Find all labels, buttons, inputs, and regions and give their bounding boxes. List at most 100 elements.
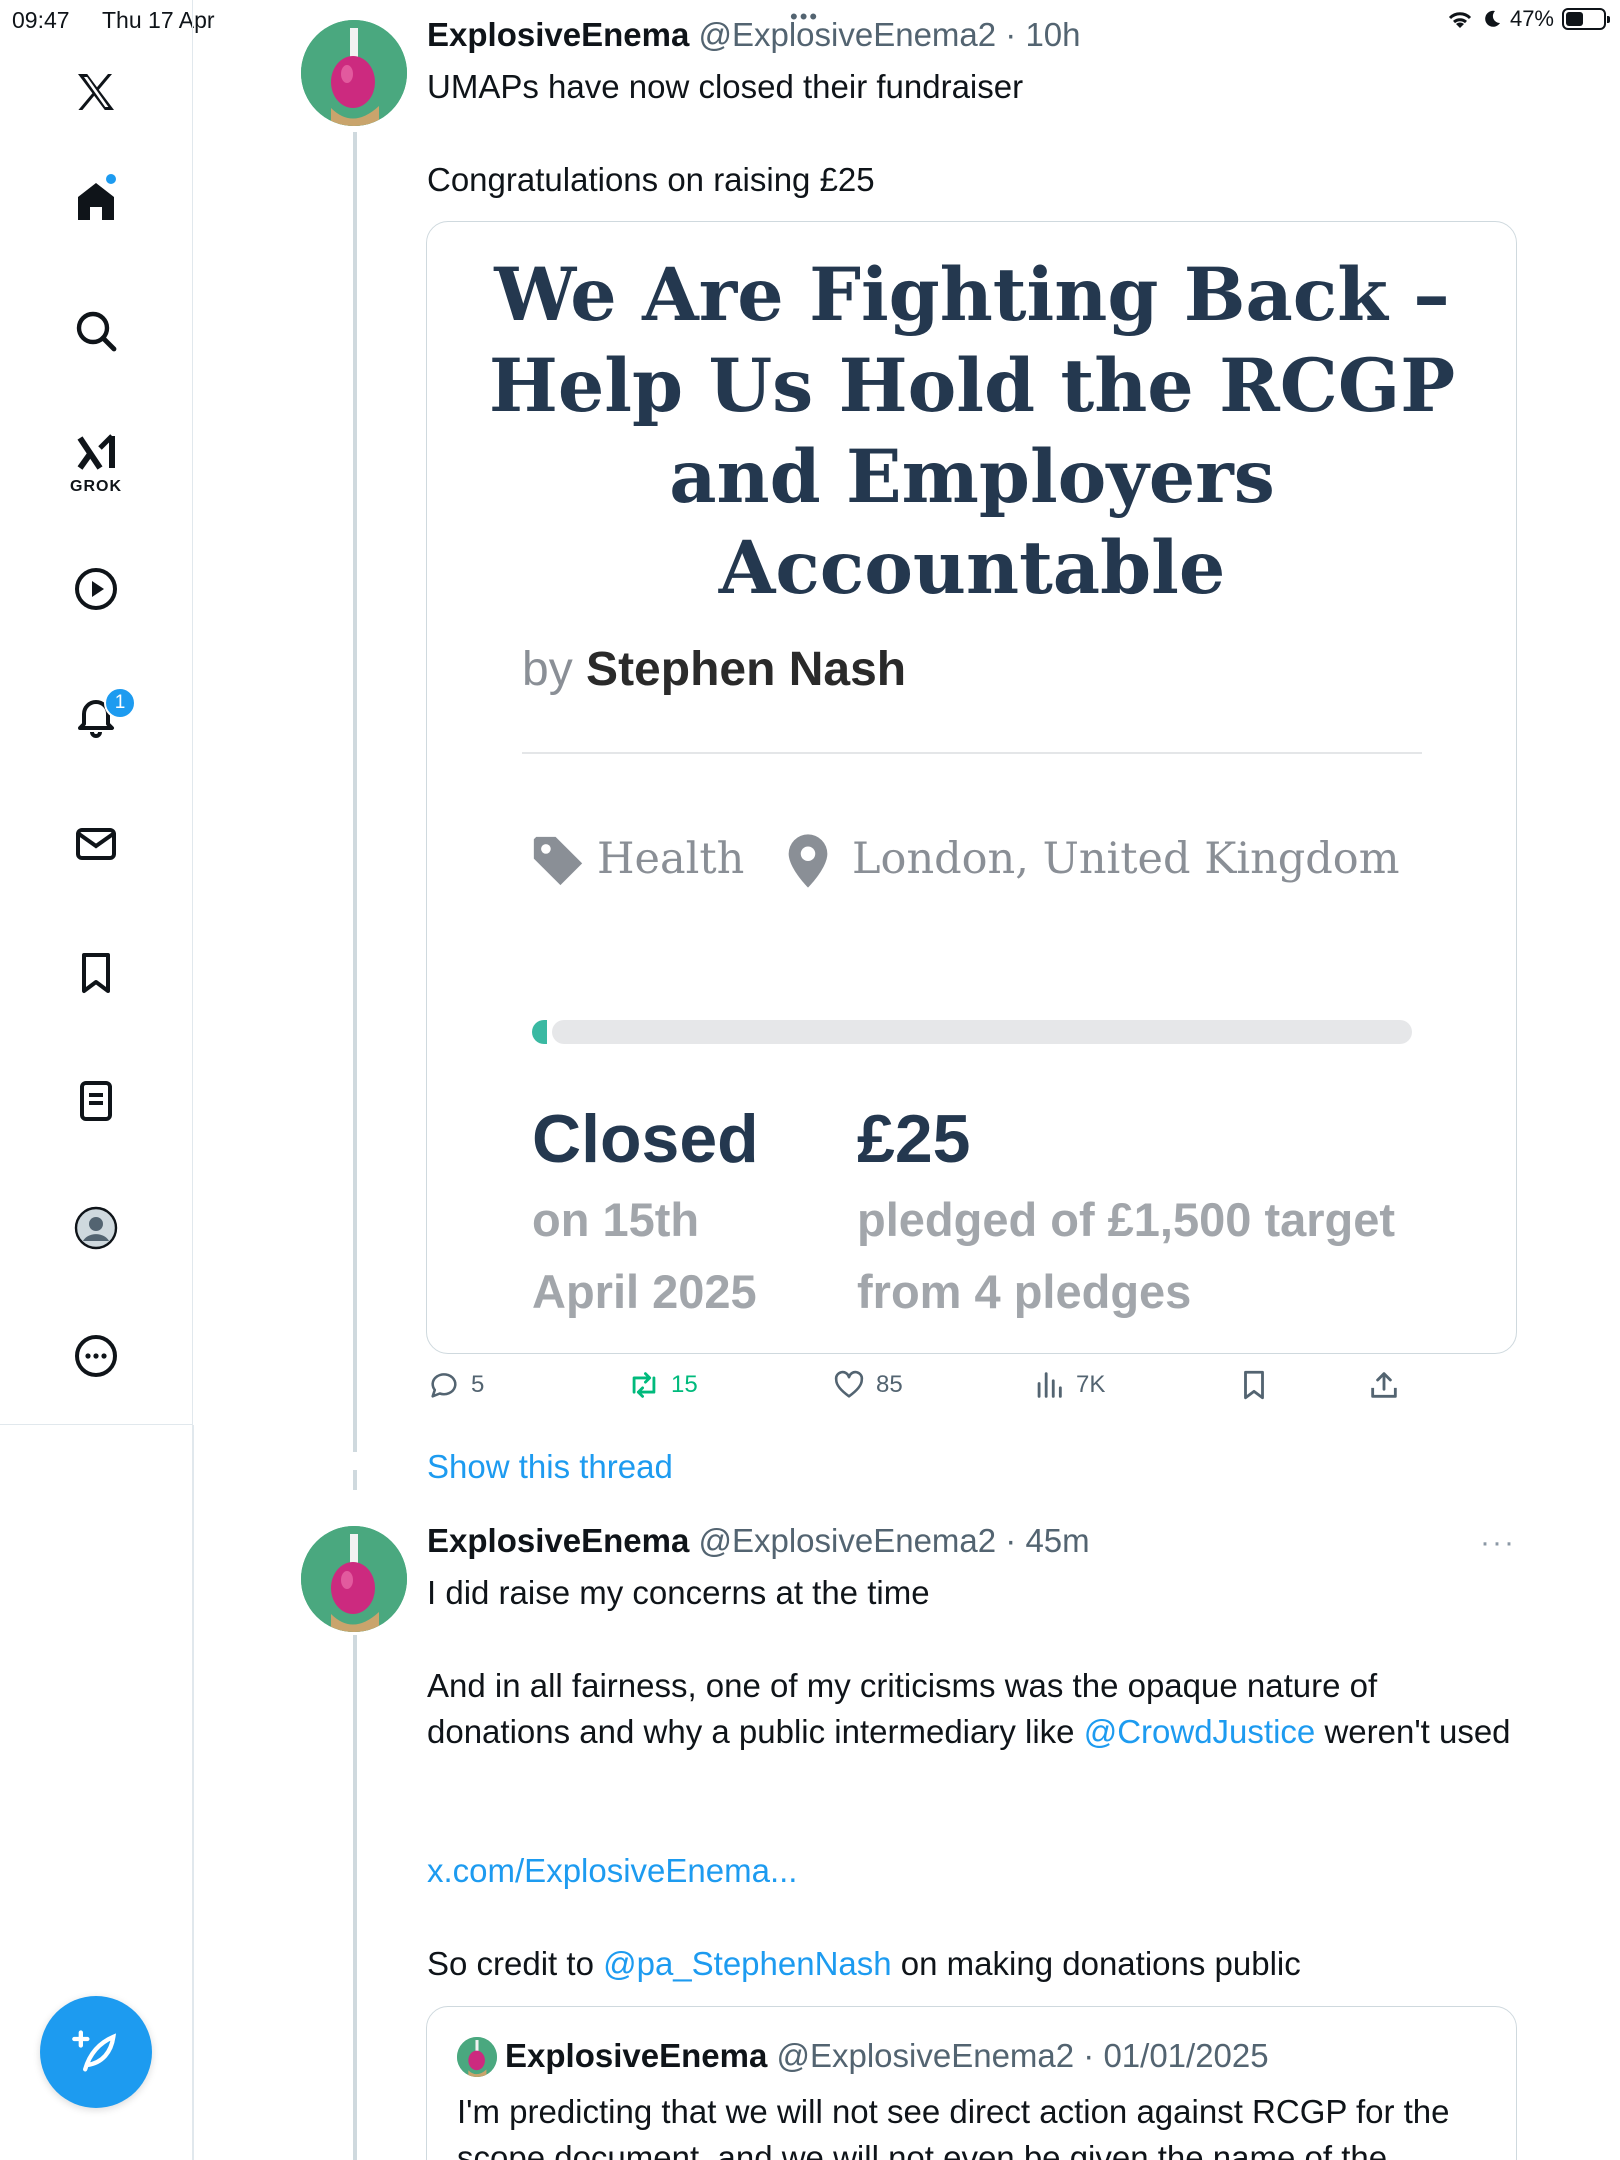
author-avatar[interactable] bbox=[301, 20, 407, 126]
card-byline: by Stephen Nash bbox=[522, 642, 906, 697]
like-button[interactable]: 85 bbox=[832, 1368, 903, 1402]
quoted-tweet[interactable]: ExplosiveEnema @ExplosiveEnema2 · 01/01/… bbox=[426, 2006, 1517, 2160]
share-upload-icon bbox=[1371, 1372, 1397, 1398]
more-circle-icon bbox=[75, 1335, 117, 1377]
quote-text: I'm predicting that we will not see dire… bbox=[457, 2093, 1450, 2160]
funding-progress-fill bbox=[532, 1020, 547, 1044]
author-name[interactable]: ExplosiveEnema bbox=[427, 16, 689, 53]
tweet-time[interactable]: 10h bbox=[1025, 16, 1080, 53]
grok-label: GROK bbox=[70, 478, 122, 495]
sidebar-item-video[interactable] bbox=[60, 553, 132, 625]
meta-separator: · bbox=[996, 1522, 1026, 1559]
bookmark-button[interactable] bbox=[1237, 1368, 1271, 1402]
tweet-text-line1: UMAPs have now closed their fundraiser bbox=[427, 68, 1024, 105]
quote-author-handle: @ExplosiveEnema2 bbox=[776, 2037, 1075, 2074]
show-thread-link[interactable]: Show this thread bbox=[427, 1448, 673, 1486]
card-location: London, United Kingdom bbox=[852, 834, 1400, 884]
card-divider bbox=[522, 752, 1422, 754]
tweet-time[interactable]: 45m bbox=[1025, 1522, 1089, 1559]
enema-bulb-avatar-icon bbox=[301, 20, 407, 126]
card-category: Health bbox=[597, 834, 745, 884]
funding-progress-track bbox=[552, 1020, 1412, 1044]
card-author: Stephen Nash bbox=[586, 643, 907, 696]
compose-feather-icon bbox=[72, 2030, 117, 2072]
url-link-text[interactable]: x.com/ExplosiveEnema... bbox=[427, 1852, 797, 1889]
mention-link[interactable]: @CrowdJustice bbox=[1084, 1713, 1316, 1750]
moon-icon bbox=[1485, 10, 1500, 27]
pledge-count: from 4 pledges bbox=[857, 1265, 1192, 1318]
sidebar-item-home[interactable] bbox=[60, 166, 132, 238]
quote-date: 01/01/2025 bbox=[1103, 2037, 1269, 2074]
tweet-paragraph-1: I did raise my concerns at the time bbox=[427, 1574, 930, 1611]
tweet-paragraph-3: So credit to @pa_StephenNash on making d… bbox=[427, 1941, 1517, 1987]
enema-bulb-avatar-icon bbox=[457, 2037, 497, 2077]
heart-icon bbox=[834, 1370, 864, 1398]
notifications-count-badge: 1 bbox=[104, 687, 136, 719]
share-button[interactable] bbox=[1367, 1368, 1401, 1402]
bookmark-icon bbox=[1244, 1370, 1264, 1400]
closed-date-line1: on 15th bbox=[532, 1193, 700, 1246]
tweet-url-link[interactable]: x.com/ExplosiveEnema... bbox=[427, 1848, 1517, 1894]
sidebar-item-lists[interactable] bbox=[60, 1065, 132, 1137]
x-logo-icon bbox=[78, 74, 114, 110]
thread-connector-line-gap bbox=[353, 1470, 357, 1490]
lists-icon bbox=[80, 1081, 112, 1121]
author-handle[interactable]: @ExplosiveEnema2 bbox=[698, 1522, 996, 1559]
profile-icon bbox=[74, 1206, 118, 1250]
card-title-line: Accountable bbox=[718, 525, 1226, 611]
author-handle[interactable]: @ExplosiveEnema2 bbox=[698, 16, 996, 53]
fundraiser-link-card[interactable]: We Are Fighting Back – Help Us Hold the … bbox=[426, 221, 1517, 1354]
quote-author-avatar bbox=[457, 2037, 497, 2077]
x-logo[interactable] bbox=[60, 56, 132, 128]
location-pin-icon bbox=[788, 834, 828, 888]
sidebar-item-profile[interactable] bbox=[60, 1192, 132, 1264]
sidebar-nav: GROK 1 bbox=[0, 0, 193, 1425]
amount-raised: £25 bbox=[857, 1101, 971, 1177]
card-title: We Are Fighting Back – Help Us Hold the … bbox=[467, 250, 1477, 614]
paragraph-text: So credit to bbox=[427, 1945, 604, 1982]
more-options-icon[interactable]: ··· bbox=[1480, 1526, 1516, 1560]
meta-separator: · bbox=[996, 16, 1026, 53]
retweet-button[interactable]: 15 bbox=[627, 1368, 698, 1402]
quote-author-name: ExplosiveEnema bbox=[505, 2037, 768, 2074]
byline-prefix: by bbox=[522, 643, 573, 696]
mention-link[interactable]: @pa_StephenNash bbox=[603, 1945, 892, 1982]
closed-date-line2: April 2025 bbox=[532, 1265, 757, 1318]
card-title-line: and Employers bbox=[669, 434, 1275, 520]
bookmark-icon bbox=[82, 953, 110, 993]
mail-icon bbox=[76, 828, 116, 860]
tweet-text-line2: Congratulations on raising £25 bbox=[427, 161, 875, 198]
sidebar-item-bookmarks[interactable] bbox=[60, 937, 132, 1009]
fundraiser-status: Closed bbox=[532, 1101, 759, 1177]
reply-count: 5 bbox=[471, 1371, 485, 1398]
tweet-header: ExplosiveEnema @ExplosiveEnema2 · 10h bbox=[427, 16, 1081, 54]
reply-button[interactable]: 5 bbox=[427, 1368, 484, 1402]
sidebar-item-more[interactable] bbox=[60, 1320, 132, 1392]
pledge-target: pledged of £1,500 target bbox=[857, 1193, 1396, 1246]
card-title-line: Help Us Hold the RCGP bbox=[488, 343, 1456, 429]
retweet-count: 15 bbox=[671, 1371, 698, 1398]
card-title-line: We Are Fighting Back – bbox=[494, 252, 1450, 338]
paragraph-text: weren't used bbox=[1315, 1713, 1511, 1750]
sidebar-divider bbox=[192, 1425, 194, 2160]
battery-percent: 47% bbox=[1509, 6, 1554, 31]
views-chart-icon bbox=[1037, 1372, 1062, 1398]
home-notification-dot bbox=[104, 172, 118, 186]
grok-icon bbox=[77, 434, 115, 470]
compose-post-button[interactable] bbox=[40, 1996, 152, 2108]
author-avatar[interactable] bbox=[301, 1526, 407, 1632]
views-button[interactable]: 7K bbox=[1032, 1368, 1105, 1402]
tag-icon bbox=[533, 836, 583, 886]
wifi-icon bbox=[1448, 12, 1472, 28]
author-name[interactable]: ExplosiveEnema bbox=[427, 1522, 689, 1559]
paragraph-text: on making donations public bbox=[891, 1945, 1301, 1982]
thread-connector-line-2 bbox=[353, 1635, 357, 2160]
view-count: 7K bbox=[1076, 1371, 1106, 1398]
search-icon bbox=[76, 311, 117, 352]
sidebar-item-search[interactable] bbox=[60, 295, 132, 367]
tweet-action-bar: 5 15 85 7K bbox=[427, 1368, 1517, 1412]
meta-separator: · bbox=[1074, 2037, 1104, 2074]
quote-header: ExplosiveEnema @ExplosiveEnema2 · 01/01/… bbox=[505, 2037, 1269, 2075]
sidebar-item-messages[interactable] bbox=[60, 808, 132, 880]
enema-bulb-avatar-icon bbox=[301, 1526, 407, 1632]
